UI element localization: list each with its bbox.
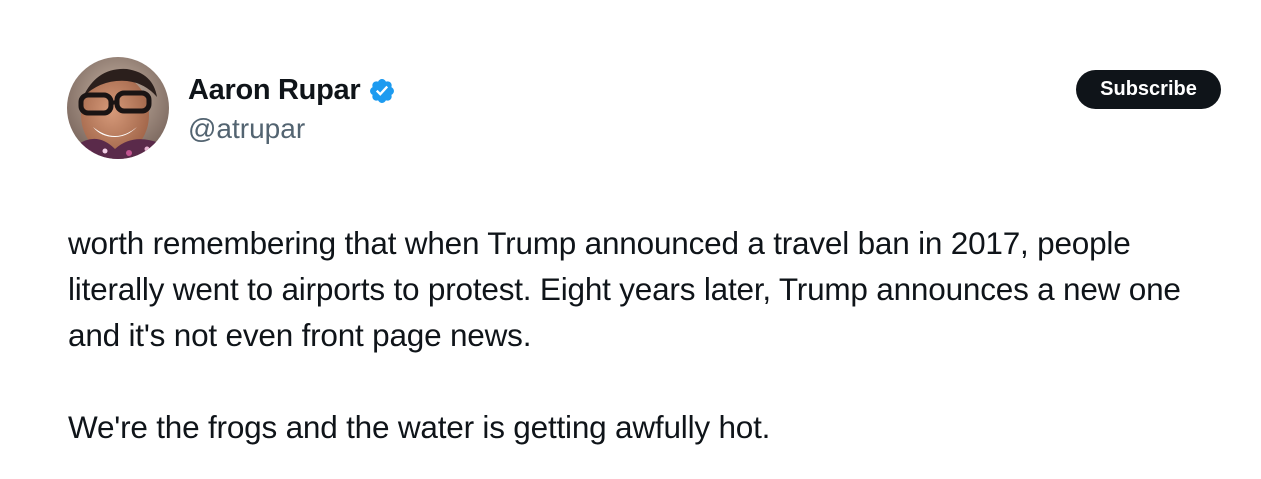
author-handle[interactable]: @atrupar [188, 110, 305, 148]
tweet-paragraph: We're the frogs and the water is getting… [68, 409, 771, 445]
author-name-row: Aaron Rupar [188, 70, 396, 110]
avatar[interactable] [67, 57, 169, 159]
tweet-card: Aaron Rupar @atrupar Subscribe worth rem… [0, 0, 1261, 479]
user-avatar-photo-icon [67, 57, 169, 159]
tweet-text: worth remembering that when Trump announ… [68, 220, 1218, 450]
tweet-paragraph: worth remembering that when Trump announ… [68, 225, 1181, 353]
subscribe-button[interactable]: Subscribe [1076, 70, 1221, 109]
author-name[interactable]: Aaron Rupar [188, 70, 361, 110]
verified-badge-icon [368, 77, 396, 105]
